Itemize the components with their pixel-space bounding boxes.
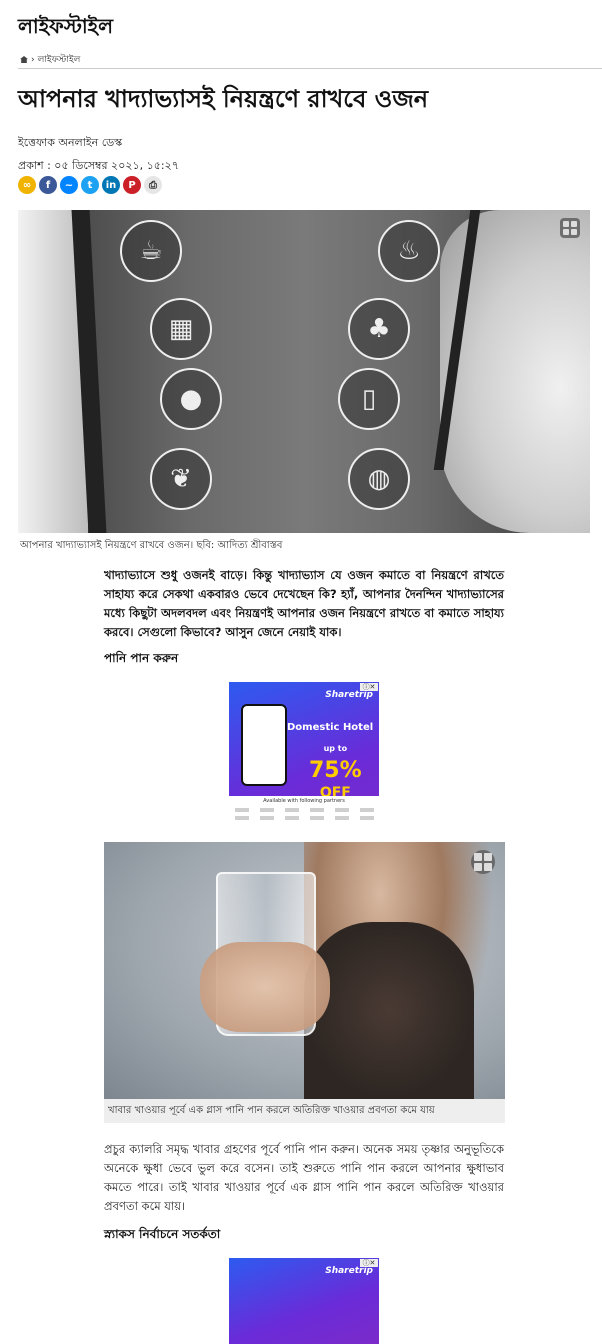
ad-logo: Sharetrip [325, 1266, 373, 1276]
hero-caption: আপনার খাদ্যাভ্যাসই নিয়ন্ত্রণে রাখবে ওজন… [20, 540, 283, 551]
ad-logo: Sharetrip [325, 690, 373, 700]
water-image[interactable] [104, 842, 505, 1099]
home-icon[interactable] [20, 56, 28, 63]
ad-banner-2[interactable]: ⓘ✕ Sharetrip [229, 1258, 379, 1344]
hero-image[interactable]: ☕ ▦ ● ❦ ♨ ♣ ▯ ◍ [18, 210, 590, 533]
water-scarf [304, 922, 474, 1099]
print-icon[interactable]: ⎙ [144, 176, 162, 194]
article-byline: ইত্তেফাক অনলাইন ডেস্ক [18, 136, 123, 149]
breadcrumb: › লাইফস্টাইল [20, 52, 80, 67]
facebook-icon[interactable]: f [39, 176, 57, 194]
water-hand [200, 942, 330, 1032]
bread-icon: ▦ [150, 298, 212, 360]
subheading-snacks: স্ন্যাকস নির্বাচনে সতর্কতা [104, 1227, 221, 1241]
messenger-icon[interactable]: ~ [60, 176, 78, 194]
twitter-icon[interactable]: t [81, 176, 99, 194]
share-bar: ∞ f ~ t in P ⎙ [18, 176, 162, 194]
water-caption: খাবার খাওয়ার পূর্বে এক গ্লাস পানি পান ক… [104, 1099, 505, 1123]
cupcake-icon: ♣ [348, 298, 410, 360]
ad-discount: up to 75% OFF [309, 738, 362, 804]
subheading-water: পানি পান করুন [104, 651, 179, 665]
ad-partner-logos-2 [229, 816, 379, 820]
ad-partners: Available with following partners [229, 796, 379, 832]
ad-partners-text: Available with following partners [263, 798, 345, 804]
ad-discount-value: 75% [309, 758, 362, 783]
ad-banner[interactable]: ⓘ✕ Sharetrip Domestic Hotel up to 75% OF… [229, 682, 379, 832]
fastfood-icon: ◍ [348, 448, 410, 510]
publish-date: প্রকাশ : ০৫ ডিসেম্বর ২০২১, ১৫:২৭ [18, 159, 179, 172]
ad-upto: up to [323, 744, 348, 753]
article-headline: আপনার খাদ্যাভ্যাসই নিয়ন্ত্রণে রাখবে ওজন [18, 84, 429, 113]
coffee-icon: ☕ [120, 220, 182, 282]
article-intro: খাদ্যাভ্যাসে শুধু ওজনই বাড়ে। কিন্তু খাদ… [104, 568, 504, 639]
ad-phone-image [241, 704, 287, 786]
link-icon[interactable]: ∞ [18, 176, 36, 194]
ad-title: Domestic Hotel [287, 722, 374, 733]
vegetables-icon: ❦ [150, 448, 212, 510]
nuts-icon: ● [160, 368, 222, 430]
popcorn-icon: ♨ [378, 220, 440, 282]
divider [18, 68, 602, 69]
linkedin-icon[interactable]: in [102, 176, 120, 194]
section-title[interactable]: লাইফস্টাইল [18, 12, 113, 45]
soda-icon: ▯ [338, 368, 400, 430]
pinterest-icon[interactable]: P [123, 176, 141, 194]
ad-partner-logos [229, 808, 379, 812]
gallery-icon[interactable] [471, 850, 495, 874]
gallery-icon[interactable] [560, 218, 580, 238]
breadcrumb-current[interactable]: লাইফস্টাইল [38, 52, 81, 67]
breadcrumb-separator: › [31, 54, 35, 65]
article-paragraph: প্রচুর ক্যালরি সমৃদ্ধ খাবার গ্রহণের পূর্… [104, 1142, 504, 1213]
